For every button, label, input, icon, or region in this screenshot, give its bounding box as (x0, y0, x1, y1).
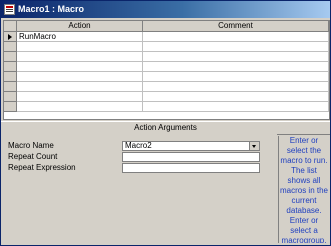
action-arguments-panel: Macro Name Macro2 Repeat Count Repeat Ex… (1, 134, 277, 245)
macro-name-label: Macro Name (8, 141, 54, 150)
comment-cell[interactable] (143, 92, 329, 102)
repeat-count-label: Repeat Count (8, 152, 58, 161)
action-cell[interactable]: RunMacro (17, 32, 143, 42)
macro-grid: Action Comment RunMacro (3, 20, 330, 120)
title-bar[interactable]: Macro1 : Macro (1, 1, 330, 18)
action-cell[interactable] (17, 62, 143, 72)
action-cell[interactable] (17, 92, 143, 102)
row-selector[interactable] (4, 52, 17, 62)
macro-window: Macro1 : Macro Action Comment RunMacro A… (0, 0, 331, 246)
row-selector[interactable] (4, 82, 17, 92)
action-cell[interactable] (17, 52, 143, 62)
action-cell[interactable] (17, 102, 143, 112)
column-header-action[interactable]: Action (17, 21, 143, 32)
repeat-count-input[interactable] (122, 152, 260, 162)
comment-cell[interactable] (143, 72, 329, 82)
action-cell[interactable] (17, 82, 143, 92)
row-selector[interactable] (4, 102, 17, 112)
row-selector[interactable] (4, 42, 17, 52)
row-selector[interactable] (4, 72, 17, 82)
grid-corner (4, 21, 17, 32)
row-selector[interactable] (4, 32, 17, 42)
repeat-expression-input[interactable] (122, 163, 260, 173)
macro-icon (4, 4, 15, 15)
chevron-down-icon[interactable] (249, 142, 259, 150)
comment-cell[interactable] (143, 102, 329, 112)
window-title: Macro1 : Macro (18, 4, 85, 14)
comment-cell[interactable] (143, 52, 329, 62)
comment-cell[interactable] (143, 42, 329, 52)
macro-name-value: Macro2 (125, 141, 152, 150)
comment-cell[interactable] (143, 82, 329, 92)
column-header-comment[interactable]: Comment (143, 21, 329, 32)
row-selector[interactable] (4, 62, 17, 72)
row-selector[interactable] (4, 92, 17, 102)
action-arguments-header: Action Arguments (1, 121, 330, 135)
help-text: Enter or select the macro to run. The li… (278, 136, 329, 243)
repeat-expression-label: Repeat Expression (8, 163, 76, 172)
action-cell[interactable] (17, 72, 143, 82)
action-cell[interactable] (17, 42, 143, 52)
macro-name-dropdown[interactable]: Macro2 (122, 141, 260, 151)
comment-cell[interactable] (143, 62, 329, 72)
comment-cell[interactable] (143, 32, 329, 42)
